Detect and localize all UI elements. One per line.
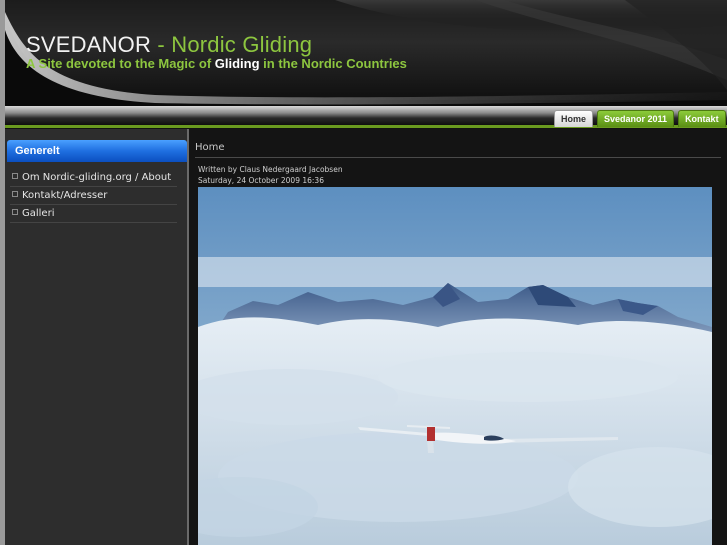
site-header: SVEDANOR - Nordic Gliding A Site devoted… bbox=[5, 0, 727, 106]
tagline-highlight: Gliding bbox=[214, 56, 260, 71]
site-title-sub: Nordic Gliding bbox=[171, 32, 313, 57]
article-author: Written by Claus Nedergaard Jacobsen bbox=[198, 165, 343, 174]
sidebar-menu: Om Nordic-gliding.org / About Kontakt/Ad… bbox=[10, 169, 177, 223]
content-divider bbox=[195, 157, 721, 158]
tab-kontakt[interactable]: Kontakt bbox=[678, 110, 726, 127]
site-title-dash: - bbox=[151, 32, 172, 57]
article-date: Saturday, 24 October 2009 16:36 bbox=[198, 176, 324, 185]
sidebar-item-about[interactable]: Om Nordic-gliding.org / About bbox=[10, 169, 177, 187]
content-title: Home bbox=[195, 142, 225, 153]
sidebar-item-galleri[interactable]: Galleri bbox=[10, 205, 177, 223]
bullet-icon bbox=[12, 173, 18, 179]
sidebar-item-label: Om Nordic-gliding.org / About bbox=[22, 172, 172, 183]
sidebar-heading: Generelt bbox=[7, 140, 187, 162]
tagline-post: in the Nordic Countries bbox=[259, 56, 407, 71]
site-tagline: A Site devoted to the Magic of Gliding i… bbox=[26, 56, 407, 71]
page-frame: SVEDANOR - Nordic Gliding A Site devoted… bbox=[5, 0, 727, 545]
bullet-icon bbox=[12, 191, 18, 197]
sidebar-item-kontakt-adresser[interactable]: Kontakt/Adresser bbox=[10, 187, 177, 205]
tab-svedanor-2011[interactable]: Svedanor 2011 bbox=[597, 110, 675, 127]
main-content: Home Written by Claus Nedergaard Jacobse… bbox=[189, 129, 727, 545]
sidebar: Generelt Om Nordic-gliding.org / About K… bbox=[5, 129, 187, 545]
site-title[interactable]: SVEDANOR - Nordic Gliding bbox=[26, 32, 312, 58]
glider-photo bbox=[198, 187, 712, 545]
tagline-pre: A Site devoted to the Magic of bbox=[26, 56, 215, 71]
bullet-icon bbox=[12, 209, 18, 215]
site-title-name: SVEDANOR bbox=[26, 32, 152, 57]
tab-home[interactable]: Home bbox=[554, 110, 594, 127]
main-nav-tabs: Home Svedanor 2011 Kontakt bbox=[554, 110, 726, 127]
sidebar-item-label: Galleri bbox=[22, 208, 55, 219]
sidebar-item-label: Kontakt/Adresser bbox=[22, 190, 108, 201]
glider-over-clouds-image bbox=[198, 187, 712, 545]
